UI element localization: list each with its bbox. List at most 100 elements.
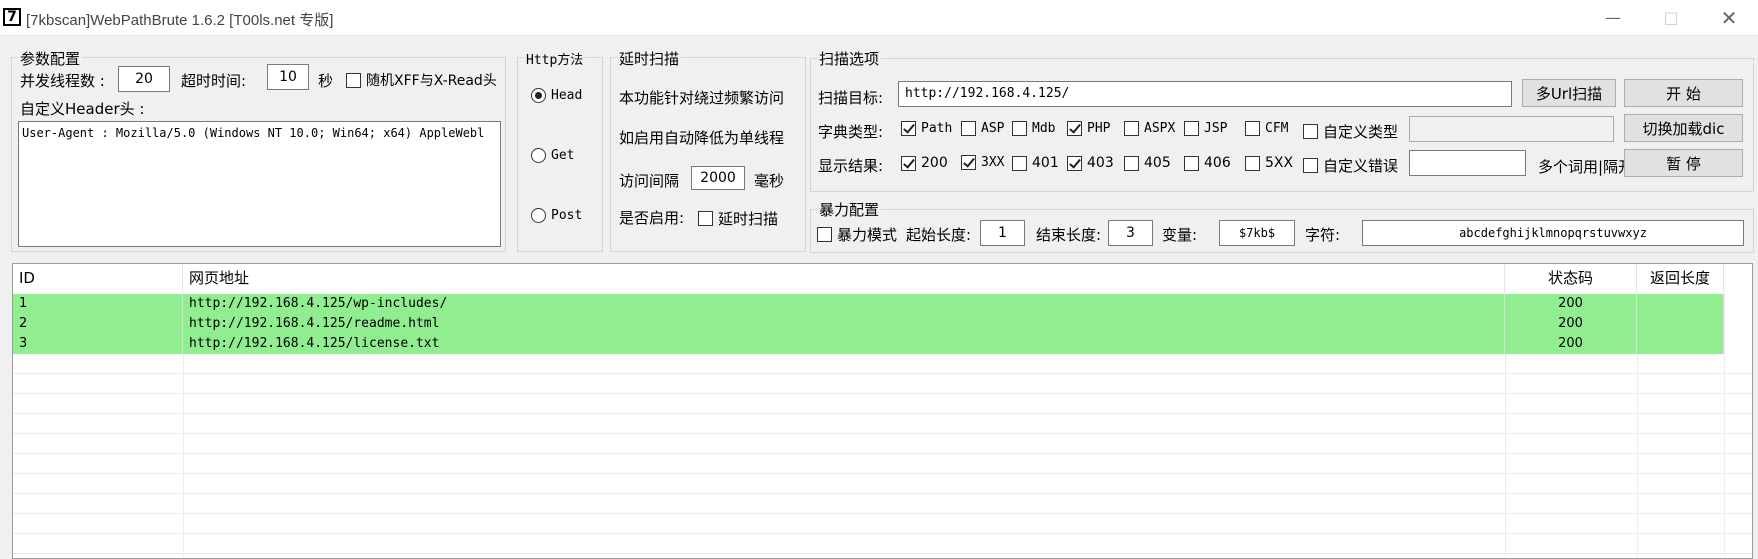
dict-jsp-option[interactable]: JSP [1184, 121, 1227, 136]
random-xff-label: 随机XFF与X-Read头 [366, 73, 497, 89]
dict-mdb-label: Mdb [1032, 121, 1056, 136]
dict-cfm-checkbox[interactable] [1245, 121, 1260, 136]
result-406-option[interactable]: 406 [1184, 155, 1231, 171]
dict-path-option[interactable]: Path [901, 121, 952, 136]
row-id: 3 [13, 334, 183, 354]
result-405-checkbox[interactable] [1124, 155, 1139, 171]
start-button[interactable]: 开 始 [1624, 79, 1743, 107]
result-405-option[interactable]: 405 [1124, 155, 1171, 171]
dict-custom-option[interactable]: 自定义类型 [1303, 121, 1398, 142]
maximize-button[interactable]: □ [1642, 0, 1700, 36]
timeout-unit: 秒 [318, 72, 334, 90]
delay-enable-option[interactable]: 延时扫描 [698, 208, 778, 229]
result-3xx-checkbox[interactable] [961, 155, 976, 170]
custom-type-input[interactable] [1409, 116, 1614, 142]
method-get-radio[interactable] [531, 148, 546, 163]
dict-aspx-label: ASPX [1144, 121, 1176, 136]
interval-input[interactable]: 2000 [691, 166, 745, 190]
brute-mode-label: 暴力模式 [837, 226, 898, 244]
dict-php-checkbox[interactable] [1067, 121, 1082, 136]
row-url: http://192.168.4.125/wp-includes/ [183, 294, 1505, 314]
dict-asp-label: ASP [981, 121, 1005, 136]
scan-options-label: 扫描选项 [817, 48, 882, 69]
result-3xx-option[interactable]: 3XX [961, 155, 1004, 170]
result-405-label: 405 [1144, 155, 1171, 171]
interval-label: 访问间隔 [619, 172, 680, 190]
row-url: http://192.168.4.125/readme.html [183, 314, 1505, 334]
result-401-checkbox[interactable] [1012, 155, 1027, 171]
dict-asp-checkbox[interactable] [961, 121, 976, 136]
close-button[interactable]: ✕ [1700, 0, 1758, 36]
method-post-option[interactable]: Post [531, 208, 582, 223]
column-header-length[interactable]: 返回长度 [1637, 264, 1724, 293]
dict-mdb-checkbox[interactable] [1012, 121, 1027, 136]
result-403-label: 403 [1087, 155, 1114, 171]
result-3xx-label: 3XX [981, 155, 1005, 170]
row-id: 1 [13, 294, 183, 314]
threads-input[interactable]: 20 [118, 66, 170, 92]
method-post-radio[interactable] [531, 208, 546, 223]
dict-aspx-checkbox[interactable] [1124, 121, 1139, 136]
result-200-checkbox[interactable] [901, 155, 916, 171]
header-text: User-Agent : Mozilla/5.0 (Windows NT 10.… [22, 126, 485, 140]
variable-input[interactable]: $7kb$ [1219, 220, 1295, 246]
column-header-id[interactable]: ID [13, 264, 183, 293]
random-xff-checkbox[interactable] [346, 72, 361, 88]
multi-url-scan-button[interactable]: 多Url扫描 [1522, 79, 1616, 107]
header-textarea[interactable]: User-Agent : Mozilla/5.0 (Windows NT 10.… [18, 121, 501, 247]
result-custom-error-option[interactable]: 自定义错误 [1303, 155, 1398, 176]
pause-button[interactable]: 暂 停 [1624, 149, 1743, 177]
switch-dic-button[interactable]: 切换加载dic [1624, 114, 1743, 142]
row-status: 200 [1505, 294, 1637, 314]
dict-jsp-checkbox[interactable] [1184, 121, 1199, 136]
dict-cfm-option[interactable]: CFM [1245, 121, 1288, 136]
result-401-option[interactable]: 401 [1012, 155, 1059, 171]
interval-unit: 毫秒 [754, 172, 785, 190]
delay-desc-1: 本功能针对绕过频繁访问 [619, 89, 785, 107]
result-5xx-option[interactable]: 5XX [1245, 155, 1293, 171]
result-label: 显示结果: [818, 157, 884, 175]
brute-mode-checkbox[interactable] [817, 227, 832, 242]
row-url: http://192.168.4.125/license.txt [183, 334, 1505, 354]
start-length-input[interactable]: 1 [980, 220, 1025, 246]
custom-error-input[interactable] [1409, 150, 1526, 176]
delay-enable-checkbox-label: 延时扫描 [718, 210, 779, 228]
brute-mode-option[interactable]: 暴力模式 [817, 224, 897, 245]
column-header-status[interactable]: 状态码 [1505, 264, 1637, 293]
row-status: 200 [1505, 314, 1637, 334]
end-length-input[interactable]: 3 [1108, 220, 1153, 246]
dict-mdb-option[interactable]: Mdb [1012, 121, 1055, 136]
dict-path-checkbox[interactable] [901, 121, 916, 136]
column-header-url[interactable]: 网页地址 [183, 264, 1505, 293]
result-custom-error-checkbox[interactable] [1303, 158, 1318, 173]
result-406-checkbox[interactable] [1184, 155, 1199, 171]
method-get-option[interactable]: Get [531, 148, 574, 163]
table-row[interactable]: 2 http://192.168.4.125/readme.html 200 [13, 314, 1724, 334]
table-row[interactable]: 1 http://192.168.4.125/wp-includes/ 200 [13, 294, 1724, 314]
random-xff-option[interactable]: 随机XFF与X-Read头 [346, 70, 497, 90]
result-5xx-checkbox[interactable] [1245, 155, 1260, 171]
dict-custom-checkbox[interactable] [1303, 124, 1318, 139]
result-200-option[interactable]: 200 [901, 155, 948, 171]
minimize-button[interactable]: — [1584, 0, 1642, 36]
method-head-radio[interactable] [531, 88, 546, 103]
dict-aspx-option[interactable]: ASPX [1124, 121, 1175, 136]
row-id: 2 [13, 314, 183, 334]
brute-group-label: 暴力配置 [817, 199, 882, 220]
result-403-option[interactable]: 403 [1067, 155, 1114, 171]
result-406-label: 406 [1204, 155, 1231, 171]
target-label: 扫描目标: [818, 89, 884, 107]
delay-enable-checkbox[interactable] [698, 211, 713, 226]
dict-asp-option[interactable]: ASP [961, 121, 1004, 136]
timeout-input[interactable]: 10 [267, 64, 309, 90]
dict-php-label: PHP [1087, 121, 1111, 136]
method-head-option[interactable]: Head [531, 88, 582, 103]
results-table[interactable]: ID 网页地址 状态码 返回长度 1 http://192.168.4.125/… [12, 263, 1753, 559]
variable-label: 变量: [1162, 226, 1198, 244]
table-row[interactable]: 3 http://192.168.4.125/license.txt 200 [13, 334, 1724, 354]
target-input[interactable]: http://192.168.4.125/ [898, 81, 1512, 107]
chars-input[interactable]: abcdefghijklmnopqrstuvwxyz [1362, 220, 1744, 246]
result-403-checkbox[interactable] [1067, 155, 1082, 171]
dict-php-option[interactable]: PHP [1067, 121, 1110, 136]
method-post-label: Post [551, 208, 583, 223]
